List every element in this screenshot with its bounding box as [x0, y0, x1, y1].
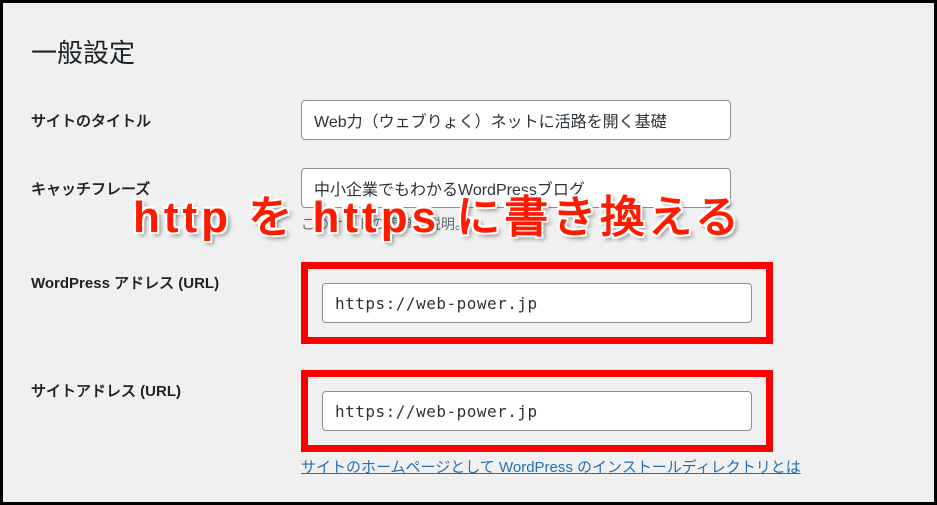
screenshot-frame: 一般設定 サイトのタイトル キャッチフレーズ このサイトの簡単な説明。 Word…	[0, 0, 937, 505]
input-tagline[interactable]	[301, 168, 731, 208]
red-box-wp-url	[301, 262, 773, 344]
row-site-url: サイトアドレス (URL) サイトのホームページとして WordPress のイ…	[31, 370, 906, 477]
settings-form: サイトのタイトル キャッチフレーズ このサイトの簡単な説明。 WordPress…	[31, 100, 906, 477]
site-url-help-link[interactable]: サイトのホームページとして WordPress のインストールディレクトリとは	[301, 456, 801, 477]
input-site-title[interactable]	[301, 100, 731, 140]
input-site-url[interactable]	[322, 391, 752, 431]
input-wp-url[interactable]	[322, 283, 752, 323]
highlight-wp-url	[301, 262, 906, 344]
row-tagline: キャッチフレーズ このサイトの簡単な説明。	[31, 168, 906, 234]
red-box-site-url	[301, 370, 773, 452]
field-site-url: サイトのホームページとして WordPress のインストールディレクトリとは	[301, 370, 906, 477]
field-site-title	[301, 100, 906, 140]
tagline-description: このサイトの簡単な説明。	[301, 214, 906, 234]
row-site-title: サイトのタイトル	[31, 100, 906, 140]
row-wp-url: WordPress アドレス (URL)	[31, 262, 906, 362]
field-wp-url	[301, 262, 906, 362]
label-wp-url: WordPress アドレス (URL)	[31, 262, 301, 293]
label-site-url: サイトアドレス (URL)	[31, 370, 301, 401]
label-site-title: サイトのタイトル	[31, 100, 301, 131]
settings-panel: 一般設定 サイトのタイトル キャッチフレーズ このサイトの簡単な説明。 Word…	[3, 3, 934, 502]
label-tagline: キャッチフレーズ	[31, 168, 301, 199]
page-title: 一般設定	[31, 23, 906, 70]
field-tagline: このサイトの簡単な説明。	[301, 168, 906, 234]
